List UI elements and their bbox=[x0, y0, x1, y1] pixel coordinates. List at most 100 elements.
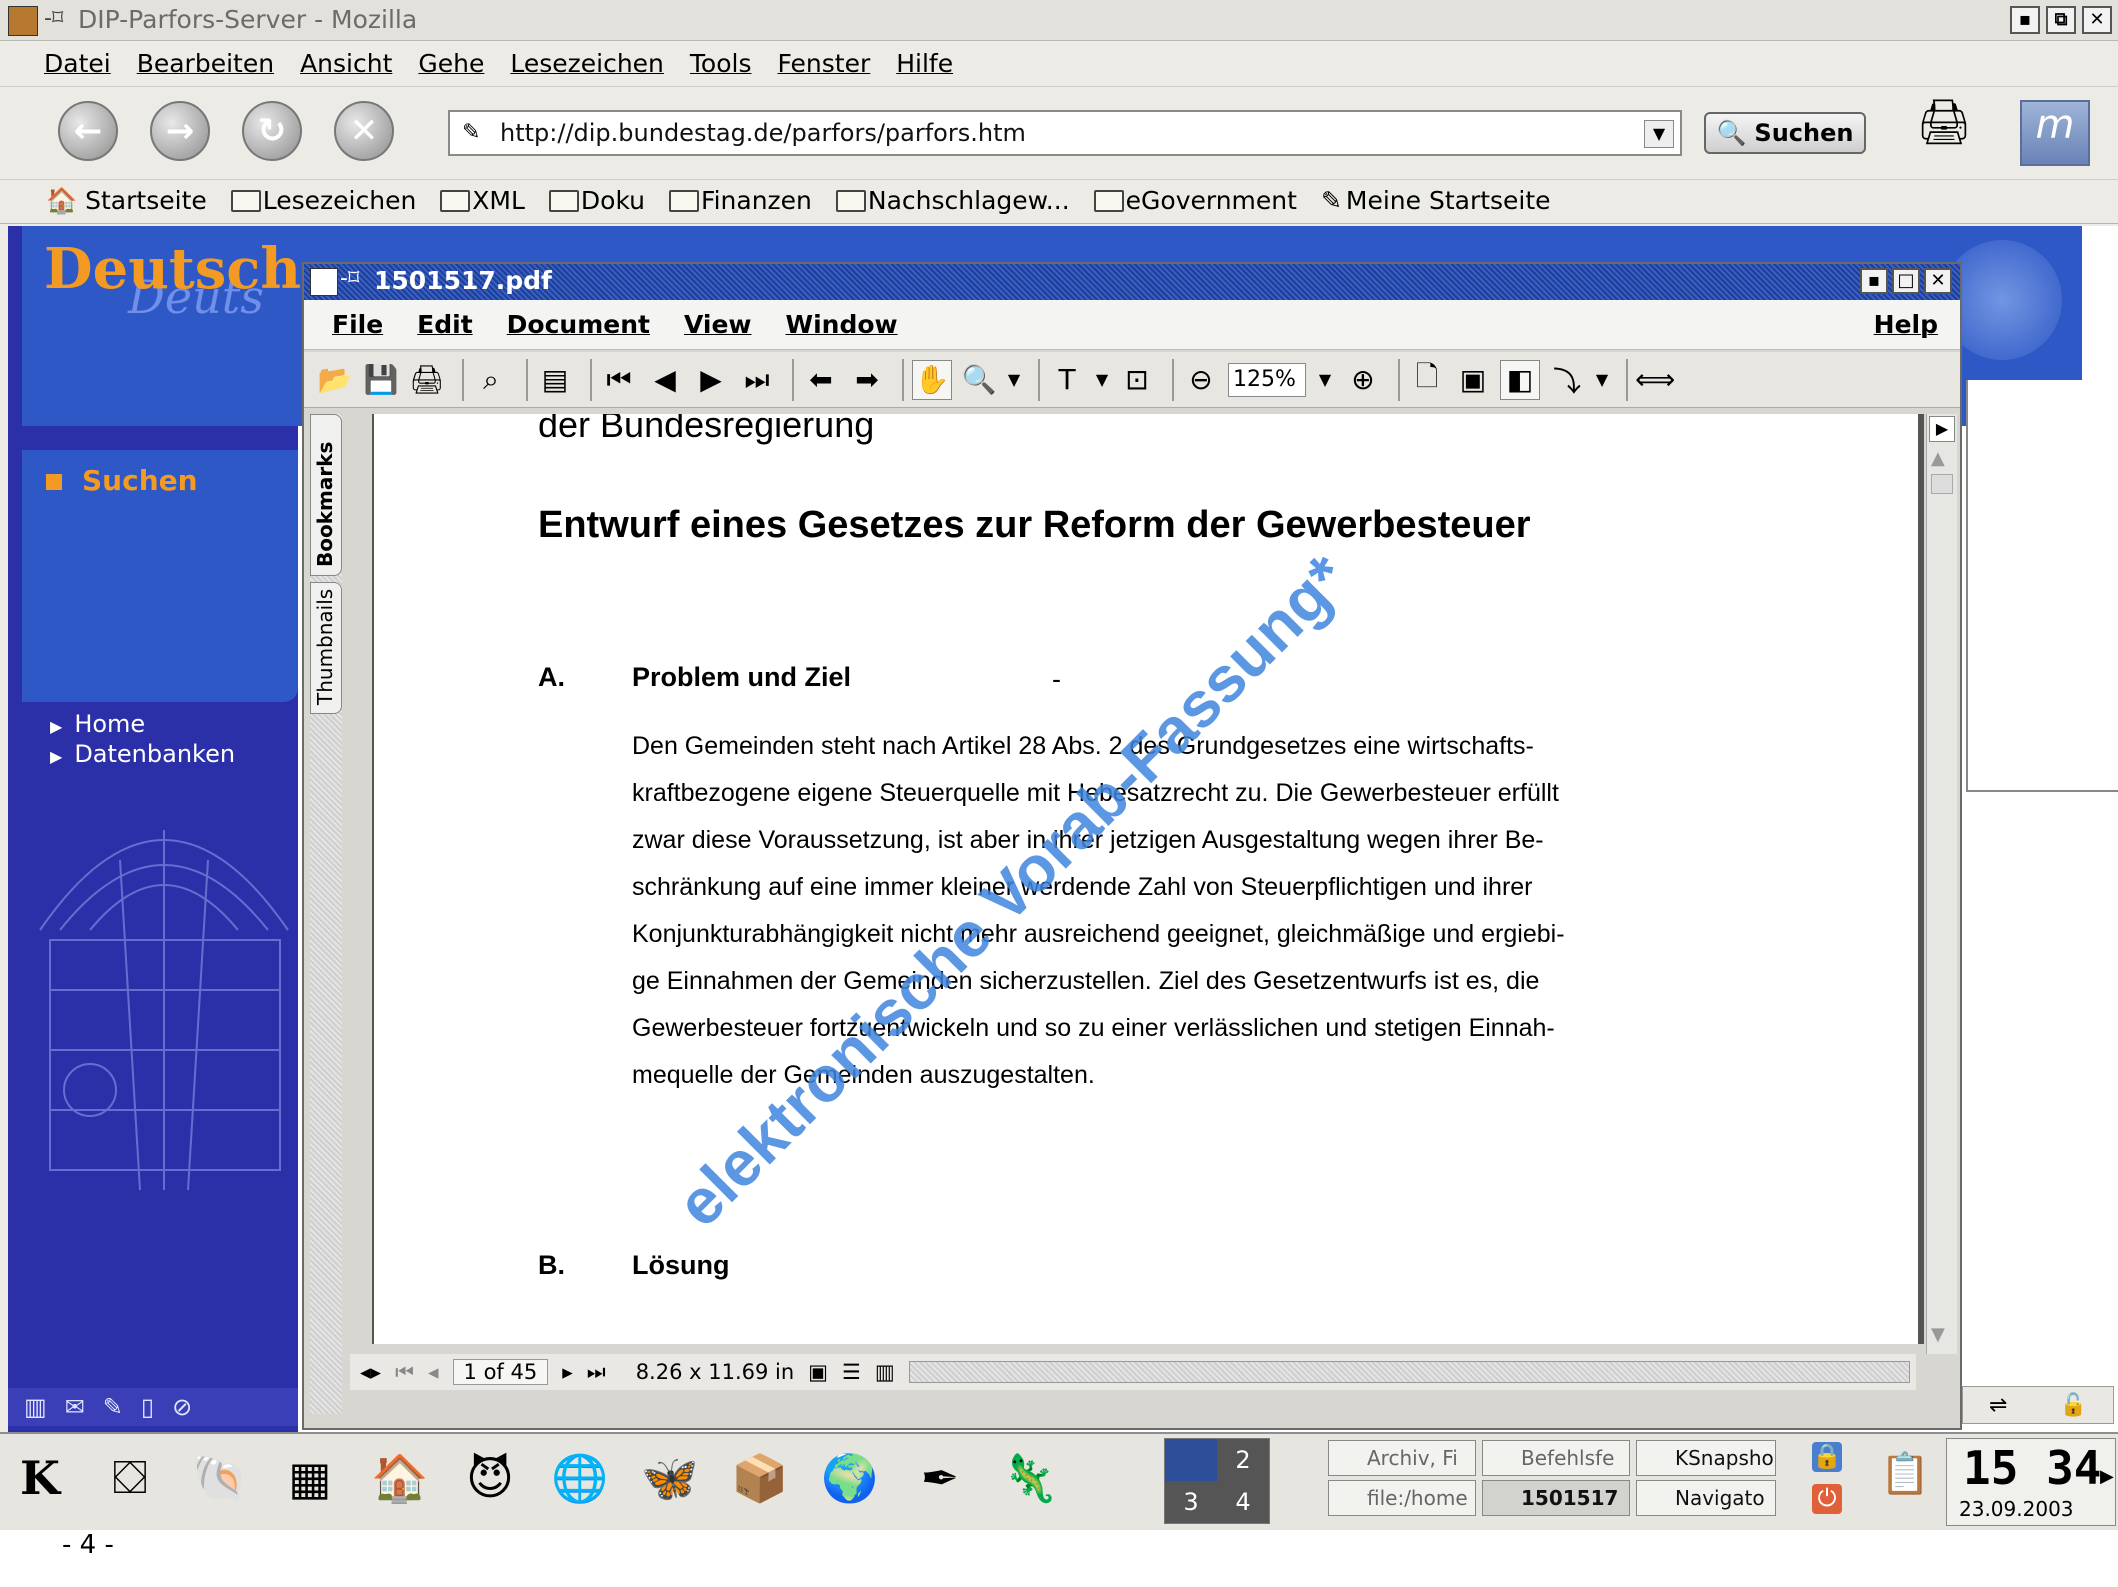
site-search-link[interactable]: Suchen bbox=[82, 464, 198, 497]
menu-view[interactable]: View bbox=[684, 310, 752, 339]
bookmark-xml[interactable]: XML bbox=[440, 186, 525, 215]
daemon-icon[interactable]: 😈 bbox=[458, 1446, 522, 1510]
page-indicator[interactable]: 1 of 45 bbox=[452, 1359, 549, 1385]
save-icon[interactable]: 💾 bbox=[362, 361, 400, 399]
text-select-dropdown-icon[interactable]: ▼ bbox=[1094, 361, 1110, 399]
text-select-tool-icon[interactable]: T bbox=[1048, 361, 1086, 399]
url-bar[interactable]: ✎ http://dip.bundestag.de/parfors/parfor… bbox=[448, 110, 1682, 156]
close-button[interactable]: ✕ bbox=[2082, 6, 2112, 34]
menu-bearbeiten[interactable]: Bearbeiten bbox=[137, 49, 274, 78]
task-archiv[interactable]: Archiv, Fi bbox=[1328, 1440, 1476, 1476]
horizontal-scrollbar[interactable] bbox=[908, 1361, 1910, 1383]
menu-gehe[interactable]: Gehe bbox=[418, 49, 484, 78]
task-navigator[interactable]: Navigato bbox=[1636, 1480, 1776, 1516]
single-page-layout-icon[interactable]: ▣ bbox=[808, 1360, 828, 1384]
clock[interactable]: 15 34 23.09.2003 bbox=[1946, 1438, 2116, 1526]
fit-page-icon[interactable]: ▣ bbox=[1454, 361, 1492, 399]
mail-icon[interactable]: ✉ bbox=[65, 1393, 85, 1421]
bookmark-doku[interactable]: Doku bbox=[548, 186, 645, 215]
lock-screen-icon[interactable]: 🔒 bbox=[1812, 1442, 1842, 1472]
menu-hilfe[interactable]: Hilfe bbox=[896, 49, 953, 78]
tab-thumbnails[interactable]: Thumbnails bbox=[310, 582, 342, 714]
show-navigation-pane-icon[interactable]: ▤ bbox=[536, 361, 574, 399]
prev-page-small-icon[interactable]: ◂ bbox=[428, 1360, 439, 1384]
terminal-shell-icon[interactable]: 🐚 bbox=[188, 1446, 252, 1510]
tab-bookmarks[interactable]: Bookmarks bbox=[310, 414, 342, 576]
task-pdf-active[interactable]: 1501517 bbox=[1482, 1480, 1630, 1516]
bookmark-startseite[interactable]: 🏠 Startseite bbox=[46, 186, 207, 216]
url-dropdown-icon[interactable]: ▼ bbox=[1644, 120, 1674, 148]
rotate-dropdown-icon[interactable]: ▼ bbox=[1594, 361, 1610, 399]
pin-icon[interactable]: -⌑ bbox=[340, 266, 359, 291]
menu-tools[interactable]: Tools bbox=[690, 49, 752, 78]
bookmark-finanzen[interactable]: Finanzen bbox=[669, 186, 812, 215]
pane-expand-arrow-icon[interactable]: ▶ bbox=[1929, 416, 1955, 442]
stop-icon[interactable]: ✕ bbox=[334, 101, 394, 161]
irc-icon[interactable]: ⊘ bbox=[172, 1393, 192, 1421]
forward-icon[interactable]: → bbox=[150, 101, 210, 161]
page-layout-icon[interactable]: ◂▸ bbox=[360, 1360, 381, 1384]
kde-menu-icon[interactable]: K bbox=[8, 1446, 72, 1510]
logout-icon[interactable]: ⏻ bbox=[1812, 1484, 1842, 1514]
bookmark-meine-startseite[interactable]: ✎ Meine Startseite bbox=[1321, 186, 1551, 215]
pen-icon[interactable]: ✒ bbox=[908, 1446, 972, 1510]
butterfly-icon[interactable]: 🦋 bbox=[638, 1446, 702, 1510]
graphics-select-icon[interactable]: ⊡ bbox=[1118, 361, 1156, 399]
hand-tool-icon[interactable]: ✋ bbox=[912, 359, 952, 400]
desktop-3[interactable]: 3 bbox=[1165, 1481, 1217, 1523]
online-status-icon[interactable]: ⇌ bbox=[1989, 1393, 2007, 1418]
office-icon[interactable]: ▦ bbox=[278, 1446, 342, 1510]
task-ksnapshot[interactable]: KSnapsho bbox=[1636, 1440, 1776, 1476]
nav-item-home[interactable]: ▶ Home bbox=[50, 710, 235, 738]
package-icon[interactable]: 📦 bbox=[728, 1446, 792, 1510]
addressbook-icon[interactable]: ▯ bbox=[141, 1393, 154, 1421]
bookmark-egovernment[interactable]: eGovernment bbox=[1093, 186, 1297, 215]
show-desktop-icon[interactable]: ⛋ bbox=[98, 1446, 162, 1510]
zoom-out-icon[interactable]: ⊖ bbox=[1182, 361, 1220, 399]
nav-item-datenbanken[interactable]: ▶ Datenbanken bbox=[50, 740, 235, 768]
menu-document[interactable]: Document bbox=[507, 310, 650, 339]
zoom-in-icon[interactable]: ⊕ bbox=[1344, 361, 1382, 399]
pdf-minimize-button[interactable]: ▪ bbox=[1860, 268, 1888, 294]
taskbar-scroll-right-icon[interactable]: ▶ bbox=[2100, 1466, 2114, 1487]
next-page-icon[interactable]: ▶ bbox=[692, 361, 730, 399]
back-icon[interactable]: ← bbox=[58, 101, 118, 161]
last-page-icon[interactable]: ⏭ bbox=[738, 361, 776, 399]
pin-icon[interactable]: -⌑ bbox=[44, 6, 63, 31]
pdf-document-page[interactable]: der Bundesregierung Entwurf eines Gesetz… bbox=[372, 414, 1924, 1344]
go-back-icon[interactable]: ⬅ bbox=[802, 361, 840, 399]
desktop-4[interactable]: 4 bbox=[1217, 1481, 1269, 1523]
facing-layout-icon[interactable]: ▥ bbox=[875, 1360, 895, 1384]
menu-edit[interactable]: Edit bbox=[417, 310, 473, 339]
menu-ansicht[interactable]: Ansicht bbox=[300, 49, 392, 78]
menu-help[interactable]: Help bbox=[1874, 310, 1938, 339]
desktop-2[interactable]: 2 bbox=[1217, 1439, 1269, 1481]
bookmark-lesezeichen[interactable]: Lesezeichen bbox=[230, 186, 416, 215]
vertical-scrollbar[interactable]: ▶ ▲ ▼ bbox=[1926, 414, 1957, 1354]
menu-lesezeichen[interactable]: Lesezeichen bbox=[510, 49, 664, 78]
home-folder-icon[interactable]: 🏠 bbox=[368, 1446, 432, 1510]
gecko-icon[interactable]: 🦎 bbox=[998, 1446, 1062, 1510]
menu-file[interactable]: File bbox=[332, 310, 383, 339]
maximize-button[interactable]: ⧉ bbox=[2046, 6, 2076, 34]
browser-globe-icon[interactable]: 🌐 bbox=[548, 1446, 612, 1510]
open-icon[interactable]: 📂 bbox=[316, 361, 354, 399]
composer-icon[interactable]: ✎ bbox=[103, 1393, 123, 1421]
print-icon[interactable]: 🖨 bbox=[408, 361, 446, 399]
last-page-small-icon[interactable]: ⏭ bbox=[587, 1360, 606, 1385]
network-globe-icon[interactable]: 🌍 bbox=[818, 1446, 882, 1510]
previous-page-icon[interactable]: ◀ bbox=[646, 361, 684, 399]
task-file-home[interactable]: file:/home bbox=[1328, 1480, 1476, 1516]
first-page-icon[interactable]: ⏮ bbox=[600, 361, 638, 399]
rotate-view-icon[interactable]: ⤵ bbox=[1548, 361, 1586, 399]
continuous-layout-icon[interactable]: ☰ bbox=[842, 1360, 861, 1384]
zoom-tool-dropdown-icon[interactable]: ▼ bbox=[1006, 361, 1022, 399]
pdf-close-button[interactable]: ✕ bbox=[1924, 268, 1952, 294]
scroll-thumb[interactable] bbox=[1931, 474, 1953, 494]
zoom-field[interactable]: 125% bbox=[1228, 362, 1306, 397]
bookmark-nachschlagewerke[interactable]: Nachschlagew... bbox=[835, 186, 1070, 215]
first-page-small-icon[interactable]: ⏮ bbox=[395, 1360, 414, 1385]
scroll-down-icon[interactable]: ▼ bbox=[1931, 1324, 1945, 1345]
print-icon[interactable]: 🖨 bbox=[1916, 96, 1972, 148]
zoom-tool-icon[interactable]: 🔍 bbox=[960, 361, 998, 399]
